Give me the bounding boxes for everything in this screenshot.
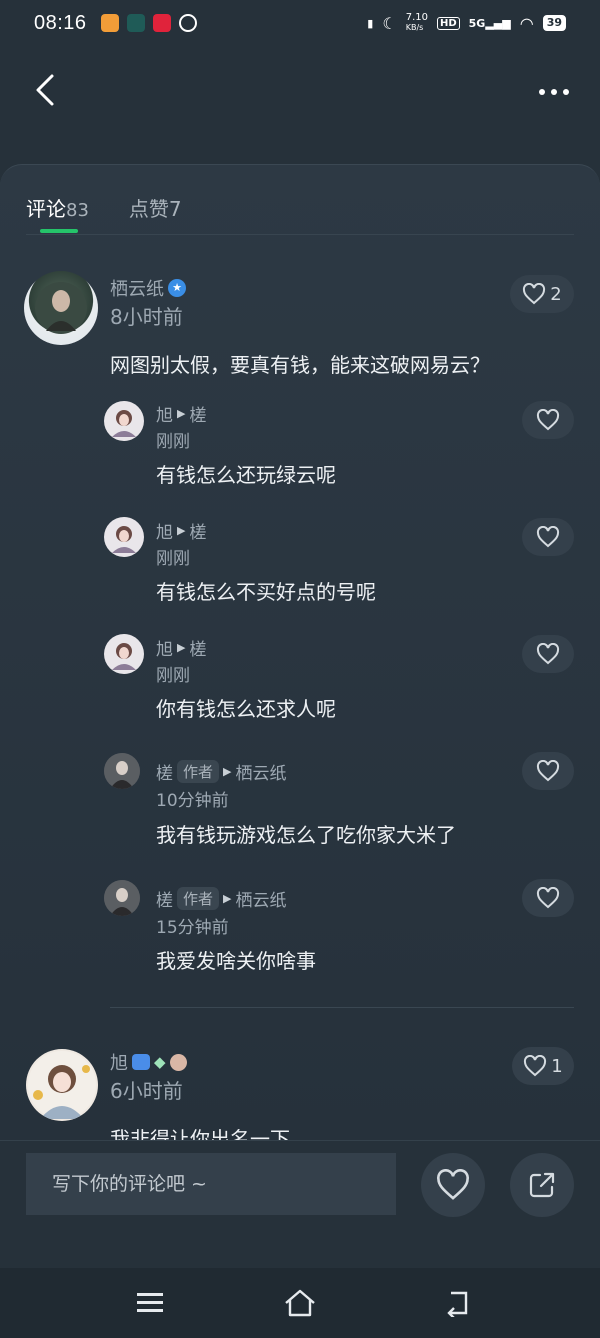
comment-username[interactable]: 旭 ◆	[110, 1049, 187, 1075]
like-button[interactable]	[522, 401, 574, 439]
battery-icon: 39	[542, 15, 566, 31]
signal-icon: 5G▂▄▆	[468, 16, 511, 30]
back-button[interactable]	[26, 70, 66, 110]
status-app-icons	[100, 14, 197, 32]
return-icon	[447, 1291, 468, 1317]
status-bar: 08:16 ▮ ☾ 7.10 KB/s HD 5G▂▄▆ ◠ 39	[0, 0, 600, 46]
reply-arrow-icon: ▶	[177, 641, 186, 654]
reply-time: 刚刚	[156, 549, 190, 569]
comment-panel: 评论83 点赞7 栖云纸 ★ 8小时前 2 网图别太假，要真有钱，能来这破网易云…	[0, 164, 600, 1140]
share-icon	[529, 1172, 555, 1198]
heart-icon	[536, 409, 560, 431]
status-indicators: ▮ ☾ 7.10 KB/s HD 5G▂▄▆ ◠ 39	[367, 13, 566, 33]
reply-text: 你有钱怎么还求人呢	[156, 697, 336, 721]
reply-arrow-icon: ▶	[177, 524, 186, 537]
back-arrow-icon	[36, 74, 54, 106]
reply-time: 刚刚	[156, 432, 190, 452]
like-button[interactable]: 2	[510, 275, 574, 313]
author-badge: 作者	[177, 887, 220, 910]
home-icon	[285, 1289, 315, 1317]
heart-icon	[523, 283, 546, 305]
menu-icon	[137, 1293, 163, 1312]
avatar[interactable]	[104, 753, 140, 789]
avatar[interactable]	[104, 517, 144, 557]
back-nav-button[interactable]	[438, 1286, 478, 1320]
heart-icon	[437, 1169, 469, 1200]
heart-icon	[536, 643, 560, 665]
flower-badge-icon	[169, 1053, 187, 1071]
avatar[interactable]	[24, 271, 98, 345]
like-button[interactable]	[522, 879, 574, 917]
tab-likes[interactable]: 点赞7	[129, 193, 182, 233]
avatar[interactable]	[104, 634, 144, 674]
top-bar	[0, 56, 600, 126]
app-notification-icon	[126, 14, 145, 32]
author-badge: 作者	[177, 760, 220, 783]
app-notification-icon	[152, 14, 171, 32]
reply-arrow-icon: ▶	[223, 765, 232, 778]
reply-time: 15分钟前	[156, 918, 229, 938]
gamepad-badge-icon	[132, 1054, 150, 1070]
moon-icon: ☾	[382, 13, 397, 33]
comment-time: 8小时前	[110, 305, 183, 329]
verified-badge-icon: ★	[168, 279, 186, 297]
comment-username[interactable]: 栖云纸 ★	[110, 275, 186, 301]
more-dots-icon	[539, 89, 569, 95]
reply-time: 10分钟前	[156, 791, 229, 811]
comment-text: 我非得让你出名一下	[110, 1127, 290, 1140]
vibrate-icon: ▮	[367, 16, 374, 30]
heart-icon	[536, 526, 560, 548]
tabs-divider	[26, 234, 574, 235]
app-notification-icon	[100, 14, 119, 32]
avatar[interactable]	[104, 401, 144, 441]
like-button[interactable]	[522, 635, 574, 673]
reply-text: 有钱怎么还玩绿云呢	[156, 463, 336, 487]
more-options-button[interactable]	[536, 72, 576, 112]
reply-username[interactable]: 旭 ▶ 槎	[156, 401, 206, 426]
share-button[interactable]	[510, 1153, 574, 1217]
like-button[interactable]	[522, 518, 574, 556]
comment-tabs: 评论83 点赞7	[26, 193, 182, 233]
app-notification-icon	[178, 14, 197, 32]
reply-time: 刚刚	[156, 666, 190, 686]
like-post-button[interactable]	[421, 1153, 485, 1217]
status-time: 08:16	[34, 11, 87, 34]
reply-text: 我爱发啥关你啥事	[156, 949, 316, 973]
avatar[interactable]	[104, 880, 140, 916]
reply-username[interactable]: 旭 ▶ 槎	[156, 635, 206, 660]
system-nav-bar	[0, 1268, 600, 1338]
like-button[interactable]	[522, 752, 574, 790]
reply-text: 我有钱玩游戏怎么了吃你家大米了	[156, 823, 456, 847]
comment-composer	[0, 1140, 600, 1268]
like-button[interactable]: 1	[512, 1047, 574, 1085]
reply-arrow-icon: ▶	[223, 892, 232, 905]
reply-username[interactable]: 槎 作者 ▶ 栖云纸	[156, 759, 286, 784]
hd-badge: HD	[436, 16, 460, 30]
comment-text: 网图别太假，要真有钱，能来这破网易云？	[110, 353, 490, 377]
reply-text: 有钱怎么不买好点的号呢	[156, 580, 376, 604]
diamond-badge-icon: ◆	[154, 1053, 166, 1071]
tab-comments[interactable]: 评论83	[26, 193, 89, 233]
heart-icon	[524, 1055, 547, 1077]
comment-divider	[110, 1007, 574, 1008]
menu-button[interactable]	[130, 1286, 170, 1320]
reply-username[interactable]: 旭 ▶ 槎	[156, 518, 206, 543]
wifi-icon: ◠	[519, 13, 534, 33]
reply-arrow-icon: ▶	[177, 407, 186, 420]
heart-icon	[536, 760, 560, 782]
home-button[interactable]	[280, 1286, 320, 1320]
heart-icon	[536, 887, 560, 909]
net-speed: 7.10 KB/s	[405, 12, 428, 33]
comment-time: 6小时前	[110, 1079, 183, 1103]
comment-input[interactable]	[26, 1153, 396, 1215]
reply-username[interactable]: 槎 作者 ▶ 栖云纸	[156, 886, 286, 911]
active-tab-indicator	[40, 229, 78, 233]
avatar[interactable]	[26, 1049, 98, 1121]
